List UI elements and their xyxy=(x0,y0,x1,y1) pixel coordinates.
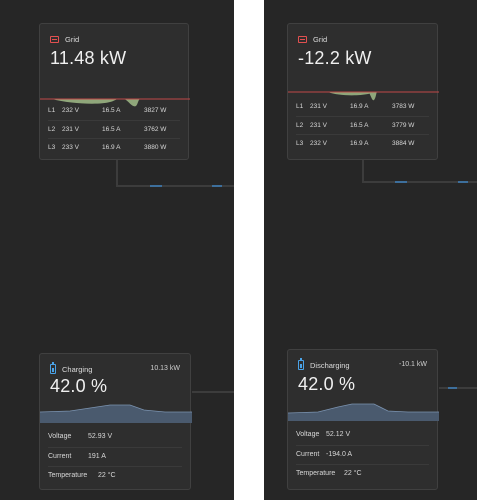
battery-row-temperature: Temperature 22 °C xyxy=(48,466,182,486)
phase-current: 16.9 A xyxy=(350,140,369,147)
row-value: 22 °C xyxy=(344,470,362,477)
phase-voltage: 232 V xyxy=(310,140,327,147)
grid-card[interactable]: Grid -12.2 kW L1 231 V 16.9 A 3783 W L2 … xyxy=(287,23,439,160)
dashboard-panel-left: Grid 11.48 kW L1 232 V 16.5 A 3827 W L2 … xyxy=(0,0,234,500)
phase-label: L1 xyxy=(296,103,304,110)
phase-current: 16.5 A xyxy=(102,107,121,114)
grid-title: Grid xyxy=(65,34,80,44)
battery-soc: 42.0 % xyxy=(298,374,356,394)
battery-power: 10.13 kW xyxy=(150,365,180,372)
phase-power: 3762 W xyxy=(144,126,167,133)
phase-row-l3: L3 233 V 16.9 A 3880 W xyxy=(48,138,180,157)
grid-icon xyxy=(298,35,307,43)
phase-label: L1 xyxy=(48,107,56,114)
grid-power: 11.48 kW xyxy=(50,48,127,68)
row-label: Temperature xyxy=(48,472,88,479)
phase-power: 3880 W xyxy=(144,144,167,151)
row-value: 52.93 V xyxy=(88,433,113,440)
battery-row-temperature: Temperature 22 °C xyxy=(296,464,429,484)
phase-row-l1: L1 231 V 16.9 A 3783 W xyxy=(296,98,429,116)
phase-row-l2: L2 231 V 16.5 A 3762 W xyxy=(48,120,180,139)
battery-row-current: Current 191 A xyxy=(48,447,182,467)
battery-state: Charging xyxy=(62,364,93,374)
phase-power: 3884 W xyxy=(392,140,415,147)
battery-row-voltage: Voltage 52.12 V xyxy=(296,426,429,445)
row-label: Temperature xyxy=(296,470,336,477)
phase-voltage: 231 V xyxy=(310,122,327,129)
grid-title: Grid xyxy=(313,34,328,44)
dashboard-panel-right: Grid -12.2 kW L1 231 V 16.9 A 3783 W L2 … xyxy=(264,0,477,500)
battery-card[interactable]: Charging 10.13 kW 42.0 % Voltage 52.93 V… xyxy=(39,353,192,490)
row-value: 52.12 V xyxy=(326,431,351,438)
phase-row-l1: L1 232 V 16.5 A 3827 W xyxy=(48,102,180,120)
phase-current: 16.5 A xyxy=(102,126,121,133)
phase-voltage: 231 V xyxy=(310,103,327,110)
phase-row-l3: L3 232 V 16.9 A 3884 W xyxy=(296,134,429,153)
row-value: 22 °C xyxy=(98,472,116,479)
battery-row-voltage: Voltage 52.93 V xyxy=(48,428,182,447)
battery-card[interactable]: Discharging -10.1 kW 42.0 % Voltage 52.1… xyxy=(287,349,439,490)
phase-label: L2 xyxy=(48,126,56,133)
battery-power: -10.1 kW xyxy=(398,361,427,368)
battery-sparkline xyxy=(40,404,192,423)
phase-label: L3 xyxy=(48,144,56,151)
phase-voltage: 232 V xyxy=(62,107,79,114)
phase-current: 16.9 A xyxy=(350,103,369,110)
battery-soc: 42.0 % xyxy=(50,376,108,396)
row-label: Voltage xyxy=(296,431,320,438)
grid-power: -12.2 kW xyxy=(298,48,372,68)
row-label: Current xyxy=(296,451,320,458)
phase-power: 3779 W xyxy=(392,122,415,129)
battery-icon xyxy=(50,362,56,374)
phase-row-l2: L2 231 V 16.5 A 3779 W xyxy=(296,116,429,135)
grid-icon xyxy=(50,35,59,43)
row-value: -194.0 A xyxy=(326,451,353,458)
row-label: Current xyxy=(48,453,72,460)
phase-current: 16.9 A xyxy=(102,144,121,151)
battery-row-current: Current -194.0 A xyxy=(296,445,429,465)
row-label: Voltage xyxy=(48,433,72,440)
battery-state: Discharging xyxy=(310,360,350,370)
phase-power: 3783 W xyxy=(392,103,415,110)
row-value: 191 A xyxy=(88,453,106,460)
battery-icon xyxy=(298,358,304,370)
phase-power: 3827 W xyxy=(144,107,167,114)
grid-card[interactable]: Grid 11.48 kW L1 232 V 16.5 A 3827 W L2 … xyxy=(39,23,190,160)
phase-voltage: 233 V xyxy=(62,144,79,151)
phase-label: L2 xyxy=(296,122,304,129)
battery-sparkline xyxy=(288,403,439,421)
phase-voltage: 231 V xyxy=(62,126,79,133)
phase-label: L3 xyxy=(296,140,304,147)
phase-current: 16.5 A xyxy=(350,122,369,129)
